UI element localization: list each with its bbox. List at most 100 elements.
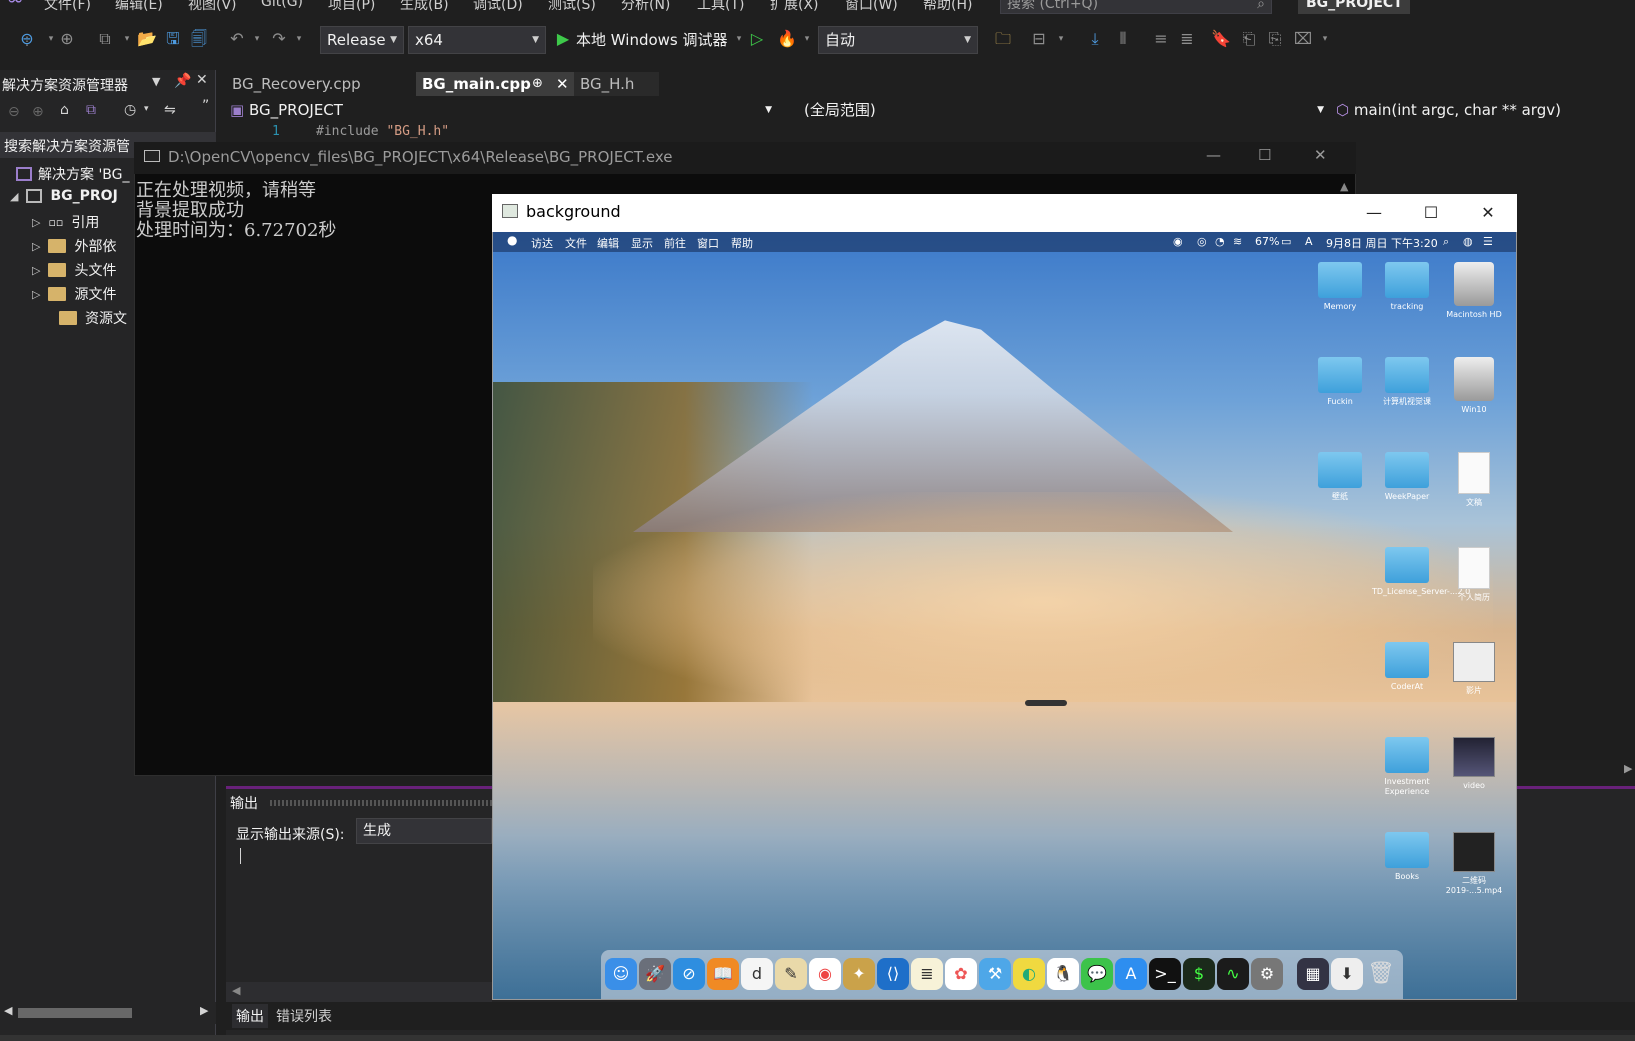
solution-icon	[16, 167, 32, 181]
solution-node[interactable]: 解决方案 'BG_	[16, 164, 130, 184]
menu-edit[interactable]: 编辑(E)	[115, 0, 163, 14]
menu-help[interactable]: 帮助(H)	[923, 0, 972, 14]
menu-debug[interactable]: 调试(D)	[473, 0, 523, 14]
pending-changes-icon[interactable]: ◷	[124, 102, 136, 118]
clear-bookmarks-icon[interactable]: ⌧	[1292, 28, 1314, 50]
home-icon[interactable]: ⌂	[60, 102, 69, 118]
safari-icon: ⊘	[673, 958, 705, 990]
previous-bookmark-icon[interactable]: ⎗	[1238, 28, 1260, 50]
panel-dropdown-icon[interactable]: ▼	[152, 75, 160, 88]
tab-output[interactable]: 输出	[232, 1004, 268, 1028]
pin-icon[interactable]: ⊕	[532, 72, 543, 96]
tree-item-headers[interactable]: ▷ 头文件	[32, 260, 116, 280]
tab-bg-main[interactable]: BG_main.cpp ⊕ ✕	[416, 72, 578, 96]
function-icon: ⬡	[1336, 101, 1350, 119]
forward-icon[interactable]: ⊕	[56, 28, 78, 50]
project-nav-select[interactable]: ▣ BG_PROJECT ▼	[230, 98, 778, 122]
tree-item-label: 源文件	[74, 287, 117, 303]
minimize-icon[interactable]: —	[1206, 146, 1221, 164]
menu-file[interactable]: 文件(F)	[44, 0, 91, 14]
search-input[interactable]: 搜索 (Ctrl+Q) ⌕	[1000, 0, 1272, 14]
hot-reload-icon[interactable]: 🔥	[776, 28, 798, 50]
window-layout-icon[interactable]: ⊟	[1028, 28, 1050, 50]
outdent-icon[interactable]: ≣	[1176, 28, 1198, 50]
tree-item-resources[interactable]: 资源文	[59, 308, 127, 328]
tree-item-sources[interactable]: ▷ 源文件	[32, 284, 116, 304]
configuration-select[interactable]: Release ▼	[320, 26, 404, 54]
project-node[interactable]: ◢ BG_PROJ	[10, 188, 118, 204]
menu-git[interactable]: Git(G)	[261, 0, 303, 10]
close-icon[interactable]: ✕	[196, 72, 208, 88]
pin-icon[interactable]: 📌	[174, 73, 191, 89]
undo-dropdown-icon[interactable]: ▾	[246, 28, 268, 50]
menu-view[interactable]: 视图(V)	[188, 0, 237, 14]
maximize-icon[interactable]: ☐	[1258, 146, 1271, 164]
redo-icon[interactable]: ↷	[268, 28, 290, 50]
platform-select[interactable]: x64 ▼	[408, 26, 546, 54]
scope-nav-select[interactable]: (全局范围) ▼	[804, 98, 1324, 122]
tree-item-references[interactable]: ▷ ▫▫ 引用	[32, 212, 99, 232]
project-icon: ▣	[230, 101, 245, 119]
scrollbar-thumb[interactable]	[18, 1008, 132, 1018]
siri-icon: ◍	[1463, 235, 1473, 248]
scroll-left-icon[interactable]: ◀	[232, 984, 240, 997]
redo-dropdown-icon[interactable]: ▾	[288, 28, 310, 50]
start-debugging-icon[interactable]: ▶	[552, 28, 574, 50]
tab-bg-h[interactable]: BG_H.h	[574, 72, 659, 96]
menu-tools[interactable]: 工具(T)	[697, 0, 744, 14]
more-icon[interactable]: ”	[202, 98, 209, 114]
start-without-debugging-icon[interactable]: ▷	[746, 28, 768, 50]
undo-icon[interactable]: ↶	[226, 28, 248, 50]
format-icon[interactable]: ⫴	[1112, 28, 1134, 50]
bookmark-icon[interactable]: 🔖	[1210, 28, 1232, 50]
menu-test[interactable]: 测试(S)	[548, 0, 596, 14]
function-nav-value: main(int argc, char ** argv)	[1353, 101, 1561, 119]
desktop-icon-label: Memory	[1323, 302, 1357, 311]
step-icon[interactable]: ⤓	[1084, 28, 1106, 50]
back-icon[interactable]: ⊖	[16, 28, 38, 50]
tab-error-list[interactable]: 错误列表	[276, 1006, 332, 1026]
maximize-icon[interactable]: ☐	[1419, 201, 1443, 225]
new-project-dropdown-icon[interactable]: ▾	[116, 28, 138, 50]
sync-icon[interactable]: ⇋	[164, 102, 176, 118]
toolbar-overflow-icon[interactable]: ▾	[1314, 28, 1336, 50]
function-nav-select[interactable]: ⬡ main(int argc, char ** argv)	[1336, 98, 1626, 122]
back-icon[interactable]: ⊖	[8, 104, 20, 120]
open-file-icon[interactable]: 📂	[136, 28, 158, 50]
desktop-icon-label: 二维码 2019-...5.mp4	[1445, 876, 1503, 895]
desktop-icon-label: CoderAt	[1390, 682, 1424, 691]
minimize-icon[interactable]: —	[1362, 201, 1386, 225]
menu-project[interactable]: 项目(P)	[328, 0, 375, 14]
close-tab-icon[interactable]: ✕	[556, 72, 569, 96]
tree-item-external-deps[interactable]: ▷ 外部依	[32, 236, 116, 256]
auto-select[interactable]: 自动 ▼	[818, 26, 978, 54]
scroll-right-icon[interactable]: ▶	[200, 1004, 208, 1017]
debugger-label[interactable]: 本地 Windows 调试器	[576, 29, 728, 50]
close-icon[interactable]: ✕	[1314, 146, 1327, 164]
mac-menu-item: 文件	[565, 237, 587, 250]
menu-analyze[interactable]: 分析(N)	[621, 0, 670, 14]
save-all-icon[interactable]: 🗐	[188, 28, 210, 50]
horizontal-scrollbar[interactable]: ◀ ▶	[0, 1002, 216, 1024]
solution-folder-icon[interactable]: 🗀	[992, 28, 1014, 50]
window-layout-dropdown-icon[interactable]: ▾	[1050, 28, 1072, 50]
menu-window[interactable]: 窗口(W)	[845, 0, 898, 14]
next-bookmark-icon[interactable]: ⎘	[1264, 28, 1286, 50]
close-icon[interactable]: ✕	[1476, 201, 1500, 225]
switch-views-icon[interactable]: ⧉	[86, 102, 96, 118]
pending-dropdown-icon[interactable]: ▾	[144, 104, 149, 114]
bottom-tab-strip	[226, 1002, 1635, 1030]
output-hscroll[interactable]: ◀	[226, 982, 492, 1002]
menu-build[interactable]: 生成(B)	[400, 0, 449, 14]
menu-extensions[interactable]: 扩展(X)	[770, 0, 819, 14]
indent-icon[interactable]: ≡	[1150, 28, 1172, 50]
tab-bg-recovery[interactable]: BG_Recovery.cpp	[226, 72, 367, 96]
hot-reload-dropdown-icon[interactable]: ▾	[796, 28, 818, 50]
output-source-select[interactable]: 生成	[356, 818, 492, 844]
scroll-left-icon[interactable]: ◀	[4, 1004, 12, 1017]
save-icon[interactable]: 🖫	[162, 28, 184, 50]
new-project-icon[interactable]: ⧉	[94, 28, 116, 50]
forward-icon[interactable]: ⊕	[32, 104, 44, 120]
scroll-up-icon[interactable]: ▲	[1340, 180, 1348, 193]
scroll-right-icon[interactable]: ▶	[1624, 762, 1632, 775]
